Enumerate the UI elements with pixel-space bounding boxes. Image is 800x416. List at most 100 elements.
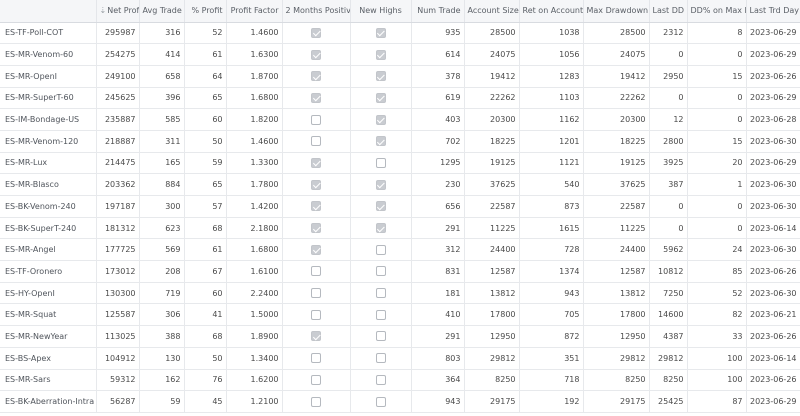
two-months-positive-checkbox[interactable] <box>311 396 321 407</box>
two-months-positive-checkbox[interactable] <box>311 374 321 385</box>
column-header-max-drawdown[interactable]: Max Drawdown <box>583 0 650 23</box>
two-months-positive-cell <box>282 65 351 88</box>
cell-profit-factor: 1.4200 <box>226 195 283 218</box>
table-row[interactable]: ES-MR-SuperT-60 245625 396 65 1.6800 619 22262… <box>0 87 800 110</box>
table-row[interactable]: ES-MR-OpenI 249100 658 64 1.8700 378 19412 1283… <box>0 65 800 88</box>
two-months-positive-cell <box>282 173 351 196</box>
two-months-positive-checkbox[interactable] <box>311 157 321 168</box>
cell-account-size: 11225 <box>464 217 520 240</box>
column-header-pct-profit[interactable]: % Profit <box>184 0 227 23</box>
table-row[interactable]: ES-BS-Apex 104912 130 50 1.3400 803 29812 351 29… <box>0 347 800 370</box>
two-months-positive-checkbox[interactable] <box>311 92 321 103</box>
new-highs-checkbox[interactable] <box>375 331 386 342</box>
column-header-ret-on-account[interactable]: Ret on Account <box>519 0 584 23</box>
two-months-positive-checkbox[interactable] <box>311 49 321 60</box>
table-row[interactable]: ES-MR-Squat 125587 306 41 1.5000 410 17800 705 1… <box>0 303 800 327</box>
two-months-positive-checkbox[interactable] <box>311 71 321 82</box>
table-row[interactable]: ES-MR-Blasco 203362 884 65 1.7800 230 37625 540… <box>0 173 800 196</box>
cell-pct-profit: 60 <box>184 282 227 305</box>
cell-dd-pct: 33 <box>687 325 747 348</box>
new-highs-checkbox[interactable] <box>375 223 386 234</box>
two-months-positive-checkbox[interactable] <box>311 223 321 234</box>
two-months-positive-checkbox[interactable] <box>311 136 321 147</box>
table-row[interactable]: ES-MR-Angel 177725 569 61 1.6800 312 24400 728 2… <box>0 238 800 262</box>
table-row[interactable]: ES-BK-Aberration-Intra 56287 59 45 1.2100 943… <box>0 390 800 413</box>
two-months-positive-checkbox[interactable] <box>311 27 321 38</box>
column-header-avg-trade[interactable]: Avg Trade <box>139 0 185 23</box>
new-highs-checkbox[interactable] <box>375 179 386 190</box>
table-row[interactable]: ES-MR-NewYear 113025 388 68 1.8900 291 12950 87… <box>0 325 800 348</box>
new-highs-checkbox[interactable] <box>375 114 386 125</box>
cell-ret-on-account: 1162 <box>519 108 584 131</box>
new-highs-checkbox[interactable] <box>375 309 386 320</box>
column-header-new-highs[interactable]: New Highs <box>350 0 412 23</box>
cell-pct-profit: 41 <box>184 303 227 327</box>
two-months-positive-checkbox[interactable] <box>311 288 321 299</box>
cell-num-trade: 619 <box>411 87 465 110</box>
table-row[interactable]: ES-MR-Lux 214475 165 59 1.3300 1295 19125 1121 1… <box>0 152 800 175</box>
two-months-positive-checkbox[interactable] <box>311 309 321 320</box>
two-months-positive-checkbox[interactable] <box>311 266 321 277</box>
cell-pct-profit: 76 <box>184 369 227 392</box>
two-months-positive-checkbox[interactable] <box>311 114 321 125</box>
new-highs-checkbox[interactable] <box>375 374 386 385</box>
new-highs-checkbox[interactable] <box>375 157 386 168</box>
cell-max-drawdown: 24075 <box>583 43 650 66</box>
cell-profit-factor: 1.3400 <box>226 347 283 370</box>
cell-last-trd-day: 2023-06-14 <box>746 347 800 370</box>
column-header-last-trd-day[interactable]: Last Trd Day <box>746 0 800 23</box>
new-highs-checkbox[interactable] <box>375 92 386 103</box>
two-months-positive-checkbox[interactable] <box>311 179 321 190</box>
new-highs-checkbox[interactable] <box>375 71 386 82</box>
column-header-profit-factor[interactable]: Profit Factor <box>226 0 283 23</box>
new-highs-checkbox[interactable] <box>375 201 386 212</box>
new-highs-checkbox[interactable] <box>375 27 386 38</box>
cell-last-trd-day: 2023-06-26 <box>746 325 800 348</box>
new-highs-checkbox[interactable] <box>375 49 386 60</box>
table-row[interactable]: ES-TF-Oronero 173012 208 67 1.6100 831 12587 13… <box>0 260 800 283</box>
table-row[interactable]: ES-IM-Bondage-US 235887 585 60 1.8200 403 2030… <box>0 108 800 131</box>
table-row[interactable]: ES-BK-SuperT-240 181312 623 68 2.1800 291 1122… <box>0 217 800 240</box>
cell-profit-factor: 1.6800 <box>226 238 283 262</box>
table-row[interactable]: ES-BK-Venom-240 197187 300 57 1.4200 656 22587… <box>0 195 800 218</box>
new-highs-checkbox[interactable] <box>375 353 386 364</box>
new-highs-checkbox[interactable] <box>375 396 386 407</box>
table-row[interactable]: ES-MR-Venom-60 254275 414 61 1.6300 614 24075 1… <box>0 43 800 66</box>
cell-ret-on-account: 540 <box>519 173 584 196</box>
table-row[interactable]: ES-MR-Venom-120 218887 311 50 1.4600 702 18225… <box>0 130 800 153</box>
two-months-positive-checkbox[interactable] <box>311 353 321 364</box>
column-header-last-dd[interactable]: Last DD <box>649 0 688 23</box>
two-months-positive-checkbox[interactable] <box>311 201 321 212</box>
two-months-positive-checkbox[interactable] <box>311 331 321 342</box>
cell-name: ES-MR-Angel <box>0 238 97 262</box>
cell-net-profit: 203362 <box>96 173 140 196</box>
table-row[interactable]: ES-HY-OpenI 130300 719 60 2.2400 181 13812 943 1… <box>0 282 800 305</box>
cell-last-trd-day: 2023-06-21 <box>746 303 800 327</box>
new-highs-checkbox[interactable] <box>375 288 386 299</box>
two-months-positive-checkbox[interactable] <box>311 244 321 255</box>
new-highs-checkbox[interactable] <box>375 244 386 255</box>
cell-ret-on-account: 873 <box>519 195 584 218</box>
cell-profit-factor: 2.1800 <box>226 217 283 240</box>
cell-pct-profit: 50 <box>184 130 227 153</box>
cell-num-trade: 614 <box>411 43 465 66</box>
table-row[interactable]: ES-TF-Poll-COT 295987 316 52 1.4600 935 28500 1… <box>0 22 800 45</box>
column-header-dd-pct-on-max-dd[interactable]: DD% on Max DD <box>687 0 747 23</box>
new-highs-checkbox[interactable] <box>375 266 386 277</box>
cell-name: ES-BK-Aberration-Intra <box>0 390 97 413</box>
column-header-name[interactable] <box>0 0 97 23</box>
cell-net-profit: 218887 <box>96 130 140 153</box>
cell-last-trd-day: 2023-06-30 <box>746 173 800 196</box>
cell-account-size: 24075 <box>464 43 520 66</box>
table-row[interactable]: ES-MR-Sars 59312 162 76 1.6200 364 8250 718 8250… <box>0 369 800 392</box>
two-months-positive-cell <box>282 303 351 327</box>
column-header-account-size[interactable]: Account Size <box>464 0 520 23</box>
new-highs-checkbox[interactable] <box>375 136 386 147</box>
cell-num-trade: 181 <box>411 282 465 305</box>
column-header-num-trade[interactable]: Num Trade <box>411 0 465 23</box>
cell-net-profit: 235887 <box>96 108 140 131</box>
column-header-net-profit[interactable]: ⇣Net Profit <box>96 0 140 23</box>
cell-last-dd: 2312 <box>649 22 688 45</box>
cell-profit-factor: 1.6200 <box>226 369 283 392</box>
column-header-two-months-positive[interactable]: 2 Months Positive <box>282 0 351 23</box>
